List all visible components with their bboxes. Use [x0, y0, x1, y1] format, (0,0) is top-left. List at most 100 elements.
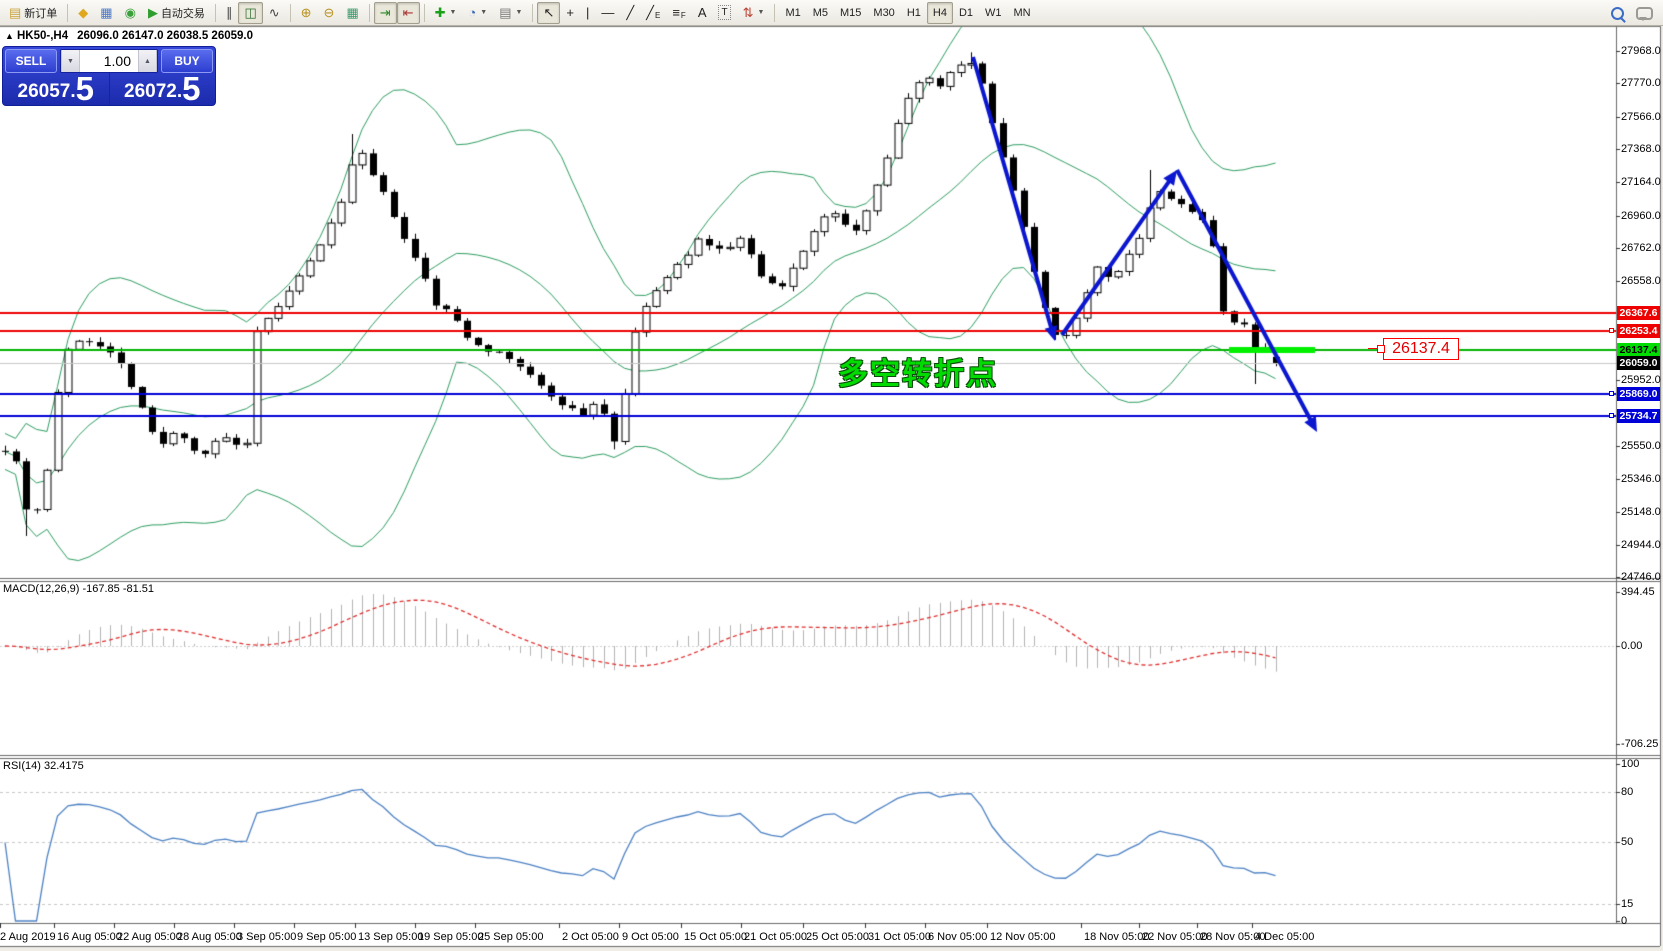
- volume-value[interactable]: 1.00: [80, 50, 138, 72]
- candlestick-chart-button[interactable]: ◫: [238, 2, 262, 24]
- new-chart-icon[interactable]: ▦: [94, 2, 118, 24]
- date-axis-label: 9 Oct 05:00: [622, 931, 679, 943]
- arrows-button[interactable]: ⇅▼: [737, 2, 771, 24]
- toolbar-separator: [369, 4, 370, 22]
- tf-w1[interactable]: W1: [979, 2, 1008, 24]
- tf-m1[interactable]: M1: [779, 2, 806, 24]
- signals-icon[interactable]: ◉: [119, 2, 142, 24]
- rsi-axis-label: 15: [1621, 898, 1633, 910]
- crosshair-button[interactable]: +: [560, 2, 580, 24]
- y-axis-tick-label: 27164.0: [1621, 176, 1661, 188]
- date-axis-label: 31 Oct 05:00: [868, 931, 931, 943]
- tf-m5-label: M5: [813, 7, 828, 19]
- y-axis-tick-label: 25550.0: [1621, 440, 1661, 452]
- toolbar-separator: [532, 4, 533, 22]
- sell-button[interactable]: SELL: [5, 49, 57, 73]
- tf-m30[interactable]: M30: [867, 2, 900, 24]
- horizontal-line-button[interactable]: —: [595, 2, 620, 24]
- main-toolbar: ▤新订单◆▦◉▶自动交易∥◫∿⊕⊖▦⇥⇤✚▼◔▼▤▼↖+|—╱╱E≡FAT⇅▼M…: [0, 0, 1663, 26]
- date-axis-label: 25 Oct 05:00: [806, 931, 869, 943]
- volume-decrease-button[interactable]: ▼: [61, 50, 80, 72]
- buy-price[interactable]: 26072.5: [109, 73, 216, 105]
- y-axis-tick-label: 24944.0: [1621, 539, 1661, 551]
- tf-h4[interactable]: H4: [927, 2, 953, 24]
- price-callout-box[interactable]: 26137.4: [1383, 338, 1459, 360]
- date-axis-label: 22 Aug 05:00: [117, 931, 182, 943]
- text-button[interactable]: A: [692, 2, 713, 24]
- price-chart-canvas[interactable]: [0, 0, 1663, 951]
- autotrading-button[interactable]: ▶自动交易: [142, 2, 211, 24]
- indicators-button[interactable]: ✚▼: [429, 2, 463, 24]
- periods-button-caret[interactable]: ▼: [480, 9, 487, 16]
- price-level-tag: 25869.0: [1617, 387, 1660, 401]
- chat-icon[interactable]: [1636, 7, 1653, 20]
- trendline-button[interactable]: ╱: [620, 2, 640, 24]
- volume-stepper: ▼ 1.00 ▲: [60, 49, 158, 73]
- y-axis-tick-label: 27566.0: [1621, 111, 1661, 123]
- date-axis-label: 15 Oct 05:00: [684, 931, 747, 943]
- auto-scroll-button[interactable]: ⇥: [374, 2, 397, 24]
- tile-windows-button[interactable]: ▦: [340, 2, 364, 24]
- templates-button-icon: ▤: [499, 6, 511, 19]
- line-chart-button[interactable]: ∿: [263, 2, 286, 24]
- trendline-button-icon: ╱: [626, 6, 634, 19]
- bar-chart-button[interactable]: ∥: [220, 2, 239, 24]
- tf-m30-label: M30: [873, 7, 894, 19]
- y-axis-tick-label: 25148.0: [1621, 506, 1661, 518]
- toolbar-separator: [67, 4, 68, 22]
- date-axis-label: 16 Aug 05:00: [57, 931, 122, 943]
- tf-m5[interactable]: M5: [807, 2, 834, 24]
- vertical-line-button[interactable]: |: [580, 2, 595, 24]
- text-label-button[interactable]: T: [712, 2, 736, 24]
- volume-increase-button[interactable]: ▲: [138, 50, 157, 72]
- toolbar-separator: [290, 4, 291, 22]
- templates-button-caret[interactable]: ▼: [516, 9, 523, 16]
- signals-icon-icon: ◉: [125, 6, 136, 19]
- candlestick-chart-button-icon: ◫: [244, 6, 256, 19]
- date-axis-label: 19 Sep 05:00: [418, 931, 483, 943]
- crosshair-button-icon: +: [566, 6, 574, 19]
- arrows-button-icon: ⇅: [743, 6, 754, 19]
- zoom-out-button[interactable]: ⊖: [318, 2, 341, 24]
- tf-h4-label: H4: [933, 7, 947, 19]
- tf-d1[interactable]: D1: [953, 2, 979, 24]
- line-chart-button-icon: ∿: [269, 6, 280, 19]
- tf-m15-label: M15: [840, 7, 861, 19]
- price-level-tag: 25734.7: [1617, 409, 1660, 423]
- date-axis-label: 9 Sep 05:00: [297, 931, 356, 943]
- turning-point-annotation[interactable]: 多空转折点: [838, 349, 998, 393]
- mailbox-icon[interactable]: ◆: [72, 2, 94, 24]
- cursor-button[interactable]: ↖: [537, 2, 560, 24]
- new-order-button-label: 新订单: [24, 5, 57, 21]
- autotrading-button-label: 自动交易: [161, 5, 205, 21]
- zoom-in-button[interactable]: ⊕: [295, 2, 318, 24]
- tf-w1-label: W1: [985, 7, 1002, 19]
- new-order-button[interactable]: ▤新订单: [3, 2, 63, 24]
- sell-price-main: 26057.: [18, 82, 76, 101]
- y-axis-tick-label: 27770.0: [1621, 77, 1661, 89]
- line-drag-handle[interactable]: [1609, 328, 1614, 333]
- fibonacci-button[interactable]: ≡F: [666, 2, 691, 24]
- tf-mn[interactable]: MN: [1008, 2, 1037, 24]
- indicators-button-caret[interactable]: ▼: [449, 9, 456, 16]
- chart-shift-button[interactable]: ⇤: [397, 2, 420, 24]
- date-axis-label: 3 Sep 05:00: [237, 931, 296, 943]
- price-level-tag: 26367.6: [1617, 306, 1660, 320]
- new-order-button-icon: ▤: [9, 6, 21, 19]
- line-drag-handle[interactable]: [1609, 413, 1614, 418]
- rsi-axis-label: 50: [1621, 836, 1633, 848]
- macd-axis-label: -706.25: [1621, 738, 1658, 750]
- new-chart-icon-icon: ▦: [100, 6, 112, 19]
- arrows-button-caret[interactable]: ▼: [758, 9, 765, 16]
- line-drag-handle[interactable]: [1609, 391, 1614, 396]
- channel-button[interactable]: ╱E: [640, 2, 666, 24]
- price-box-handle[interactable]: [1377, 345, 1385, 353]
- periods-button[interactable]: ◔▼: [462, 2, 493, 24]
- templates-button[interactable]: ▤▼: [493, 2, 528, 24]
- tf-h1[interactable]: H1: [901, 2, 927, 24]
- price-level-tag: 26059.0: [1617, 356, 1660, 370]
- search-icon[interactable]: [1611, 7, 1624, 20]
- sell-price-big-digit: 5: [76, 76, 94, 101]
- sell-price[interactable]: 26057.5: [3, 73, 109, 105]
- tf-m15[interactable]: M15: [834, 2, 867, 24]
